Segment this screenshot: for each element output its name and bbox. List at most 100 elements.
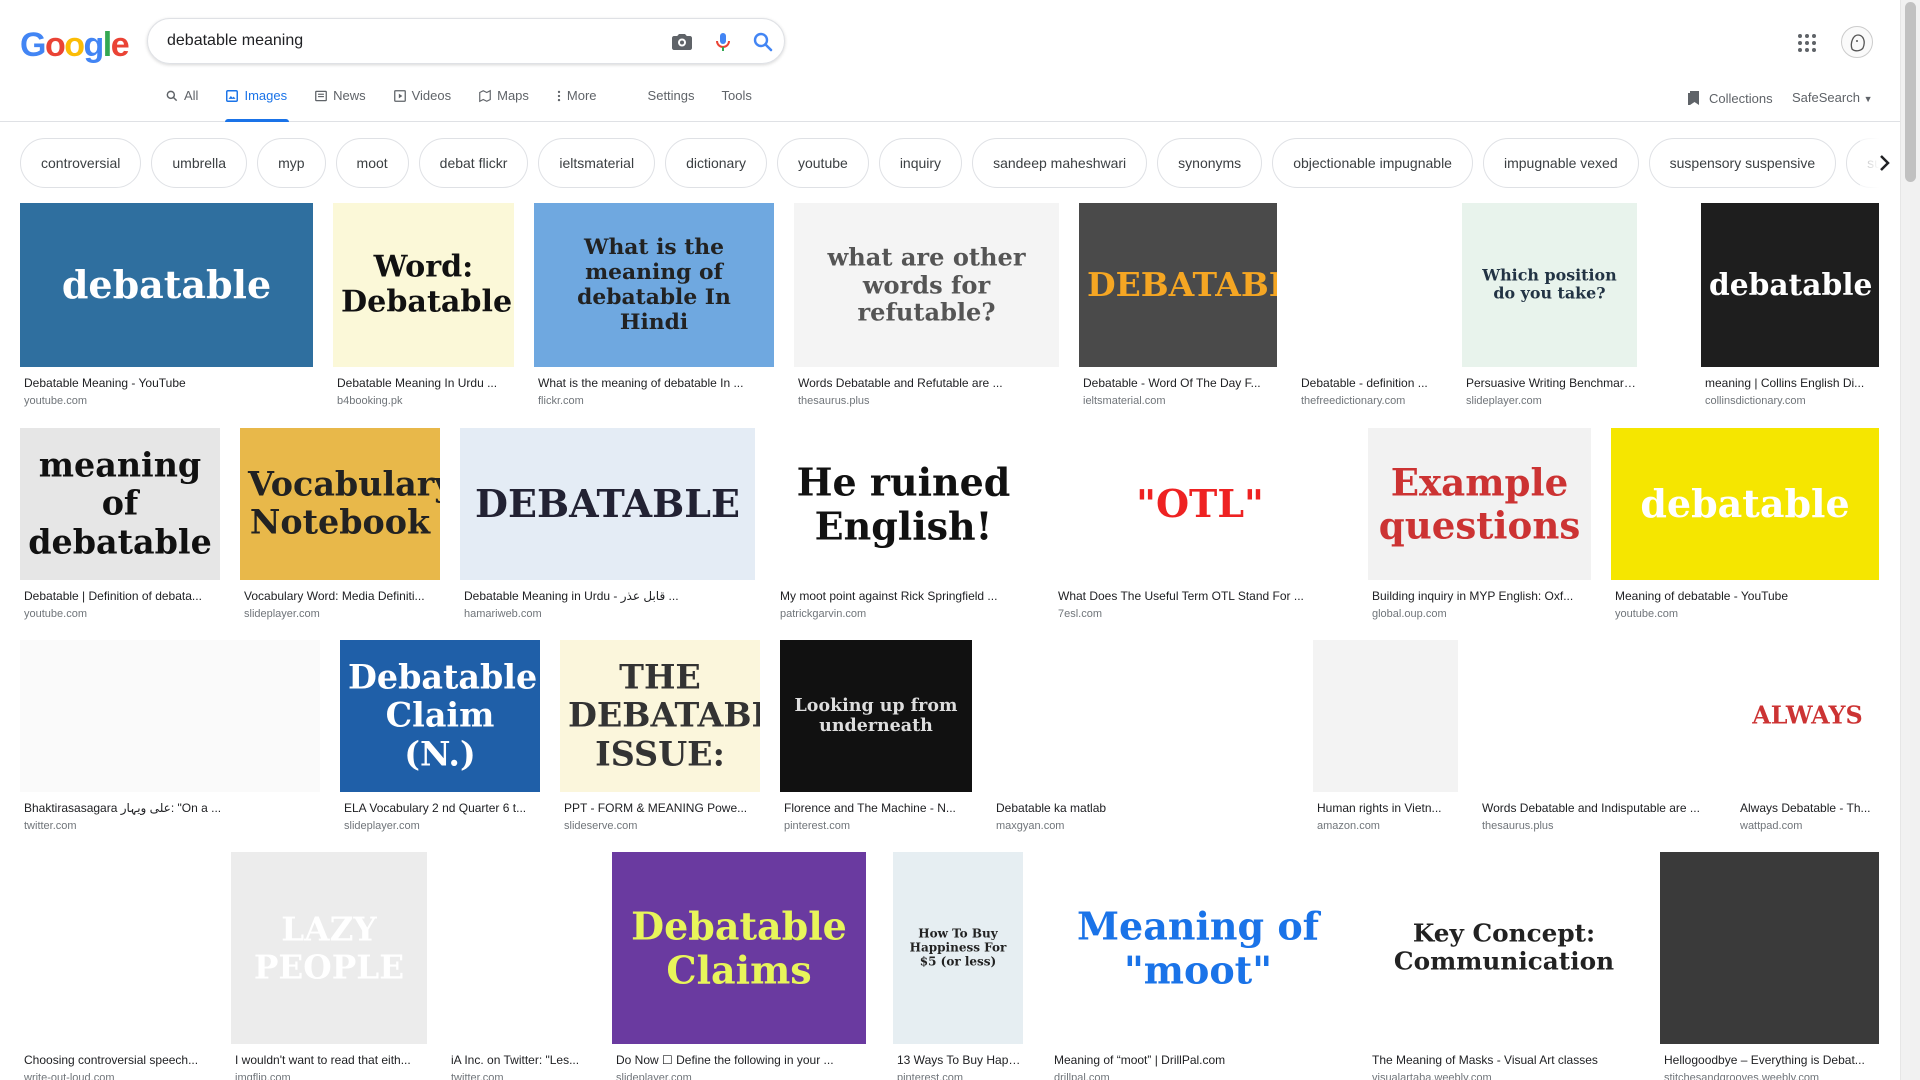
result-thumbnail[interactable]: How To Buy Happiness For $5 (or less) bbox=[893, 852, 1023, 1044]
result-title[interactable]: Persuasive Writing Benchmark #3 S... bbox=[1462, 376, 1637, 390]
result-thumbnail[interactable]: what are other words for refutable? bbox=[794, 203, 1059, 367]
result-thumbnail[interactable] bbox=[992, 640, 1292, 792]
image-result-card[interactable]: debatable Debatable Meaning - YouTube yout… bbox=[20, 203, 313, 407]
image-result-card[interactable]: debatable meaning | Collins English Di...… bbox=[1701, 203, 1879, 407]
result-title[interactable]: Florence and The Machine - N... bbox=[780, 801, 972, 815]
result-title[interactable]: Do Now ☐ Define the following in your ..… bbox=[612, 1053, 866, 1067]
image-result-card[interactable]: LAZY PEOPLE I wouldn't want to read that … bbox=[231, 852, 427, 1080]
result-title[interactable]: Debatable Meaning In Urdu ... bbox=[333, 376, 514, 390]
image-result-card[interactable]: How To Buy Happiness For $5 (or less) 13 … bbox=[893, 852, 1023, 1080]
image-result-card[interactable]: what are other words for refutable? Words… bbox=[794, 203, 1059, 407]
result-thumbnail[interactable]: debatable bbox=[1701, 203, 1879, 367]
result-title[interactable]: PPT - FORM & MEANING Powe... bbox=[560, 801, 760, 815]
image-result-card[interactable]: iA Inc. on Twitter: "Les... twitter.com bbox=[447, 852, 592, 1080]
image-result-card[interactable]: Which position do you take? Persuasive Wr… bbox=[1462, 203, 1637, 407]
image-result-card[interactable]: Word: Debatable Debatable Meaning In Urdu… bbox=[333, 203, 514, 407]
result-thumbnail[interactable] bbox=[1313, 640, 1458, 792]
result-thumbnail[interactable] bbox=[20, 852, 210, 1044]
image-result-card[interactable]: Key Concept: Communication The Meaning of… bbox=[1368, 852, 1640, 1080]
image-result-card[interactable]: Words Debatable and Indisputable are ...… bbox=[1478, 640, 1715, 832]
result-title[interactable]: Meaning of “moot” | DrillPal.com bbox=[1050, 1053, 1346, 1067]
image-result-card[interactable]: Debatable - definition ... thefreediction… bbox=[1297, 203, 1437, 407]
result-thumbnail[interactable]: THE DEBATABLE ISSUE: bbox=[560, 640, 760, 792]
image-result-card[interactable]: ALWAYS Always Debatable - Th... wattpad.co… bbox=[1736, 640, 1879, 832]
result-thumbnail[interactable]: Looking up from underneath bbox=[780, 640, 972, 792]
result-thumbnail[interactable]: Key Concept: Communication bbox=[1368, 852, 1640, 1044]
result-thumbnail[interactable]: debatable bbox=[1611, 428, 1879, 580]
result-title[interactable]: What is the meaning of debatable In ... bbox=[534, 376, 774, 390]
result-domain: visualartaba.weebly.com bbox=[1372, 1072, 1492, 1080]
result-thumbnail[interactable]: debatable bbox=[20, 203, 313, 367]
result-title[interactable]: What Does The Useful Term OTL Stand For … bbox=[1054, 589, 1346, 603]
result-title[interactable]: Building inquiry in MYP English: Oxf... bbox=[1368, 589, 1591, 603]
image-result-card[interactable]: meaning of debatable Debatable | Definiti… bbox=[20, 428, 220, 620]
result-thumbnail[interactable] bbox=[447, 852, 592, 1044]
result-thumbnail[interactable]: Word: Debatable bbox=[333, 203, 514, 367]
result-thumbnail[interactable]: Vocabulary Notebook bbox=[240, 428, 440, 580]
result-thumbnail[interactable]: What is the meaning of debatable In Hind… bbox=[534, 203, 774, 367]
result-title[interactable]: Debatable - definition ... bbox=[1297, 376, 1437, 390]
scrollbar-thumb[interactable] bbox=[1905, 2, 1916, 182]
result-thumbnail[interactable] bbox=[20, 640, 320, 792]
image-result-card[interactable]: Looking up from underneath Florence and T… bbox=[780, 640, 972, 832]
image-result-card[interactable]: Example questions Building inquiry in MYP… bbox=[1368, 428, 1591, 620]
page-scrollbar[interactable] bbox=[1900, 0, 1920, 1080]
thumbnail-text: Debatable Claims bbox=[631, 903, 847, 992]
result-title[interactable]: Words Debatable and Indisputable are ... bbox=[1478, 801, 1715, 815]
result-title[interactable]: Always Debatable - Th... bbox=[1736, 801, 1879, 815]
image-result-card[interactable]: What is the meaning of debatable In Hind… bbox=[534, 203, 774, 407]
image-result-card[interactable]: Debatable ka matlab maxgyan.com bbox=[992, 640, 1292, 832]
result-title[interactable]: ELA Vocabulary 2 nd Quarter 6 t... bbox=[340, 801, 540, 815]
result-title[interactable]: My moot point against Rick Springfield .… bbox=[776, 589, 1031, 603]
result-title[interactable]: meaning | Collins English Di... bbox=[1701, 376, 1879, 390]
result-title[interactable]: The Meaning of Masks - Visual Art classe… bbox=[1368, 1053, 1640, 1067]
result-domain: wattpad.com bbox=[1740, 820, 1803, 832]
image-result-card[interactable]: Choosing controversial speech... write-ou… bbox=[20, 852, 210, 1080]
image-result-card[interactable]: DEBATABLE Debatable - Word Of The Day F..… bbox=[1079, 203, 1277, 407]
result-title[interactable]: Choosing controversial speech... bbox=[20, 1053, 210, 1067]
result-domain: thesaurus.plus bbox=[1482, 820, 1554, 832]
image-result-card[interactable]: Debatable Claim (N.) ELA Vocabulary 2 nd … bbox=[340, 640, 540, 832]
result-thumbnail[interactable]: He ruined English! bbox=[776, 428, 1031, 580]
result-title[interactable]: Debatable ka matlab bbox=[992, 801, 1292, 815]
result-thumbnail[interactable]: ALWAYS bbox=[1736, 640, 1879, 792]
result-title[interactable]: Debatable - Word Of The Day F... bbox=[1079, 376, 1277, 390]
image-result-card[interactable]: Hellogoodbye – Everything is Debat... sti… bbox=[1660, 852, 1879, 1080]
image-result-card[interactable]: debatable Meaning of debatable - YouTube y… bbox=[1611, 428, 1879, 620]
result-thumbnail[interactable]: Example questions bbox=[1368, 428, 1591, 580]
image-result-card[interactable]: He ruined English! My moot point against … bbox=[776, 428, 1031, 620]
result-domain: patrickgarvin.com bbox=[780, 608, 867, 620]
result-thumbnail[interactable] bbox=[1478, 640, 1715, 792]
result-title[interactable]: Meaning of debatable - YouTube bbox=[1611, 589, 1879, 603]
result-title[interactable]: Debatable Meaning - YouTube bbox=[20, 376, 313, 390]
image-result-card[interactable]: DEBATABLE Debatable Meaning in Urdu - قاب… bbox=[460, 428, 755, 620]
result-title[interactable]: 13 Ways To Buy Happi... bbox=[893, 1053, 1023, 1067]
result-thumbnail[interactable] bbox=[1660, 852, 1879, 1044]
result-thumbnail[interactable]: meaning of debatable bbox=[20, 428, 220, 580]
result-thumbnail[interactable]: "OTL" bbox=[1054, 428, 1346, 580]
result-thumbnail[interactable]: DEBATABLE bbox=[460, 428, 755, 580]
result-thumbnail[interactable]: Meaning of "moot" bbox=[1050, 852, 1346, 1044]
image-result-card[interactable]: Debatable Claims Do Now ☐ Define the foll… bbox=[612, 852, 866, 1080]
image-result-card[interactable]: Vocabulary Notebook Vocabulary Word: Medi… bbox=[240, 428, 440, 620]
image-result-card[interactable]: "OTL" What Does The Useful Term OTL Stand… bbox=[1054, 428, 1346, 620]
result-title[interactable]: iA Inc. on Twitter: "Les... bbox=[447, 1053, 592, 1067]
result-title[interactable]: Bhaktirasasagara علی ویہار: "On a ... bbox=[20, 801, 320, 815]
image-result-card[interactable]: THE DEBATABLE ISSUE: PPT - FORM & MEANING… bbox=[560, 640, 760, 832]
image-result-card[interactable]: Human rights in Vietn... amazon.com bbox=[1313, 640, 1458, 832]
result-title[interactable]: Words Debatable and Refutable are ... bbox=[794, 376, 1059, 390]
result-thumbnail[interactable]: LAZY PEOPLE bbox=[231, 852, 427, 1044]
result-title[interactable]: I wouldn't want to read that eith... bbox=[231, 1053, 427, 1067]
result-thumbnail[interactable]: Debatable Claims bbox=[612, 852, 866, 1044]
result-title[interactable]: Vocabulary Word: Media Definiti... bbox=[240, 589, 440, 603]
result-thumbnail[interactable]: Which position do you take? bbox=[1462, 203, 1637, 367]
result-title[interactable]: Debatable Meaning in Urdu - قابل عذر ... bbox=[460, 589, 755, 603]
result-title[interactable]: Hellogoodbye – Everything is Debat... bbox=[1660, 1053, 1879, 1067]
result-thumbnail[interactable] bbox=[1297, 203, 1437, 367]
image-result-card[interactable]: Bhaktirasasagara علی ویہار: "On a ... twi… bbox=[20, 640, 320, 832]
result-thumbnail[interactable]: Debatable Claim (N.) bbox=[340, 640, 540, 792]
result-title[interactable]: Debatable | Definition of debata... bbox=[20, 589, 220, 603]
result-title[interactable]: Human rights in Vietn... bbox=[1313, 801, 1458, 815]
result-thumbnail[interactable]: DEBATABLE bbox=[1079, 203, 1277, 367]
image-result-card[interactable]: Meaning of "moot" Meaning of “moot” | Dri… bbox=[1050, 852, 1346, 1080]
